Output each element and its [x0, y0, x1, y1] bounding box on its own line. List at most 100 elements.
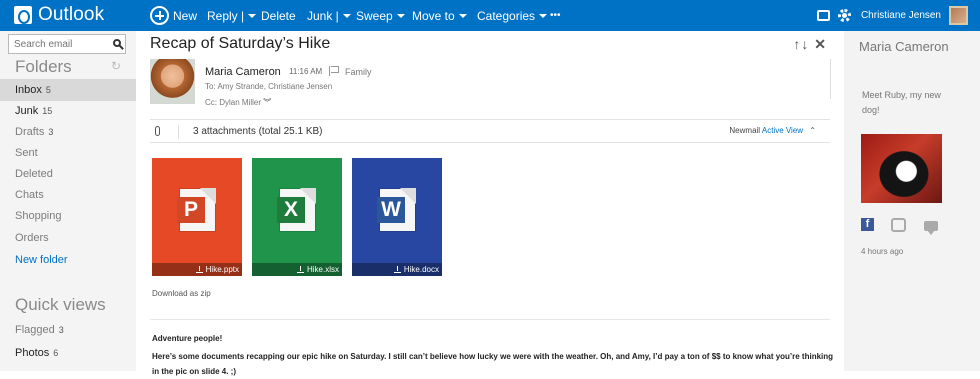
reply-button[interactable]: Reply |: [207, 0, 257, 31]
folder-label: Inbox: [15, 84, 42, 96]
user-avatar[interactable]: [949, 6, 968, 25]
junk-label: Junk |: [307, 8, 339, 23]
outlook-logo[interactable]: Outlook: [14, 4, 105, 25]
categories-button[interactable]: Categories: [477, 0, 548, 31]
sweep-label: Sweep: [356, 8, 393, 23]
folder-drafts[interactable]: Drafts 3: [0, 121, 136, 143]
attachment-filename: Hike.xlsx: [252, 263, 342, 276]
left-navigation-pane: Folders ↻ Inbox5 Junk15 Drafts3 Sent Del…: [0, 31, 136, 371]
folder-label: Deleted: [15, 168, 53, 180]
folder-orders[interactable]: Orders: [0, 227, 136, 249]
newmail-label: Newmail: [729, 126, 761, 135]
cc-text: Cc: Dylan Miller: [205, 98, 262, 107]
folder-label: Chats: [15, 189, 44, 201]
outlook-logo-icon: [14, 6, 32, 24]
new-button[interactable]: New: [150, 0, 197, 31]
folder-deleted[interactable]: Deleted: [0, 163, 136, 185]
file-name: Hike.docx: [403, 265, 439, 274]
chevron-down-icon: [396, 13, 405, 18]
message-greeting: Adventure people!: [152, 334, 223, 343]
new-label: New: [173, 8, 198, 23]
flag-icon[interactable]: [329, 66, 339, 76]
folder-label: Drafts: [15, 126, 45, 138]
active-view-link[interactable]: Active View: [762, 126, 803, 135]
chevron-down-icon: [342, 13, 351, 18]
message-actions[interactable]: ↑↓ ✕: [793, 36, 827, 53]
chevron-down-icon: [248, 13, 257, 18]
facebook-icon[interactable]: f: [861, 218, 874, 231]
sweep-button[interactable]: Sweep: [356, 0, 405, 31]
search-icon[interactable]: [113, 39, 121, 47]
paperclip-icon: [155, 126, 160, 136]
sender-avatar[interactable]: [150, 59, 195, 104]
message-category[interactable]: Family: [345, 67, 372, 77]
message-body: Here’s some documents recapping our epic…: [152, 352, 834, 376]
word-icon: W: [377, 188, 416, 231]
contact-name[interactable]: Maria Cameron: [859, 38, 964, 56]
powerpoint-icon: P: [177, 188, 216, 231]
comment-icon[interactable]: [924, 221, 938, 235]
attachment-filename: Hike.pptx: [152, 263, 242, 276]
user-name[interactable]: Christiane Jensen: [861, 10, 941, 21]
search-box: [8, 34, 126, 54]
like-icon[interactable]: [891, 218, 906, 232]
header-divider: [830, 59, 831, 99]
quick-views-heading: Quick views: [15, 295, 106, 314]
more-button[interactable]: •••: [550, 0, 561, 31]
attachment-xlsx[interactable]: X Hike.xlsx: [252, 158, 342, 276]
expand-recipients-icon[interactable]: ︾: [263, 98, 271, 107]
folder-count: 5: [45, 85, 51, 95]
quickview-flagged[interactable]: Flagged 3: [0, 319, 136, 341]
message-subject: Recap of Saturday’s Hike: [150, 35, 331, 52]
delete-button[interactable]: Delete: [261, 0, 296, 31]
recipients-cc: Cc: Dylan Miller ︾: [205, 97, 271, 108]
attachment-divider: [178, 125, 179, 139]
excel-icon: X: [277, 188, 316, 231]
attachment-pptx[interactable]: P Hike.pptx: [152, 158, 242, 276]
gear-icon[interactable]: [837, 9, 851, 22]
folder-chats[interactable]: Chats: [0, 184, 136, 206]
folder-inbox[interactable]: Inbox 5: [0, 79, 136, 101]
status-photo[interactable]: [861, 134, 942, 203]
chevron-down-icon: [539, 13, 548, 18]
attachment-docx[interactable]: W Hike.docx: [352, 158, 442, 276]
app-title: Outlook: [38, 4, 105, 25]
quickview-label: Flagged: [15, 324, 55, 336]
refresh-icon[interactable]: ↻: [111, 59, 121, 73]
move-to-button[interactable]: Move to: [412, 0, 467, 31]
new-folder-link[interactable]: New folder: [0, 249, 136, 271]
folder-sent[interactable]: Sent: [0, 142, 136, 164]
download-icon[interactable]: [296, 266, 304, 273]
quickview-count: 6: [53, 348, 59, 358]
download-icon[interactable]: [195, 266, 203, 273]
attachments-summary: 3 attachments (total 25.1 KB): [193, 126, 323, 137]
folders-heading: Folders: [15, 57, 72, 76]
delete-label: Delete: [261, 8, 296, 23]
chat-icon[interactable]: [816, 10, 830, 21]
quickview-photos[interactable]: Photos 6: [0, 342, 136, 364]
new-plus-icon: [150, 6, 169, 25]
excel-letter: X: [277, 197, 305, 223]
file-name: Hike.xlsx: [306, 265, 339, 274]
word-letter: W: [377, 197, 405, 223]
chevron-up-icon[interactable]: ⌃: [809, 126, 816, 135]
download-as-zip-link[interactable]: Download as zip: [152, 289, 211, 298]
sender-name[interactable]: Maria Cameron: [205, 66, 281, 78]
contact-status: Meet Ruby, my new dog!: [862, 90, 941, 115]
more-icon: •••: [550, 10, 561, 21]
folder-label: Junk: [15, 105, 39, 117]
reading-pane: Recap of Saturday’s Hike ↑↓ ✕ Maria Came…: [136, 31, 844, 376]
quickview-count: 3: [58, 325, 64, 335]
folder-shopping[interactable]: Shopping: [0, 205, 136, 227]
folder-count: 15: [42, 106, 53, 116]
user-area: Christiane Jensen: [816, 0, 980, 31]
attachment-filename: Hike.docx: [352, 263, 442, 276]
download-icon[interactable]: [393, 266, 401, 273]
search-input[interactable]: [9, 35, 109, 53]
status-time: 4 hours ago: [861, 247, 904, 256]
folder-junk[interactable]: Junk 15: [0, 100, 136, 122]
top-command-bar: Outlook New Reply | Delete Junk | Sweep …: [0, 0, 980, 31]
chevron-down-icon: [458, 13, 467, 18]
recipients-to: To: Amy Strande, Christiane Jensen: [205, 82, 333, 91]
junk-button[interactable]: Junk |: [307, 0, 351, 31]
